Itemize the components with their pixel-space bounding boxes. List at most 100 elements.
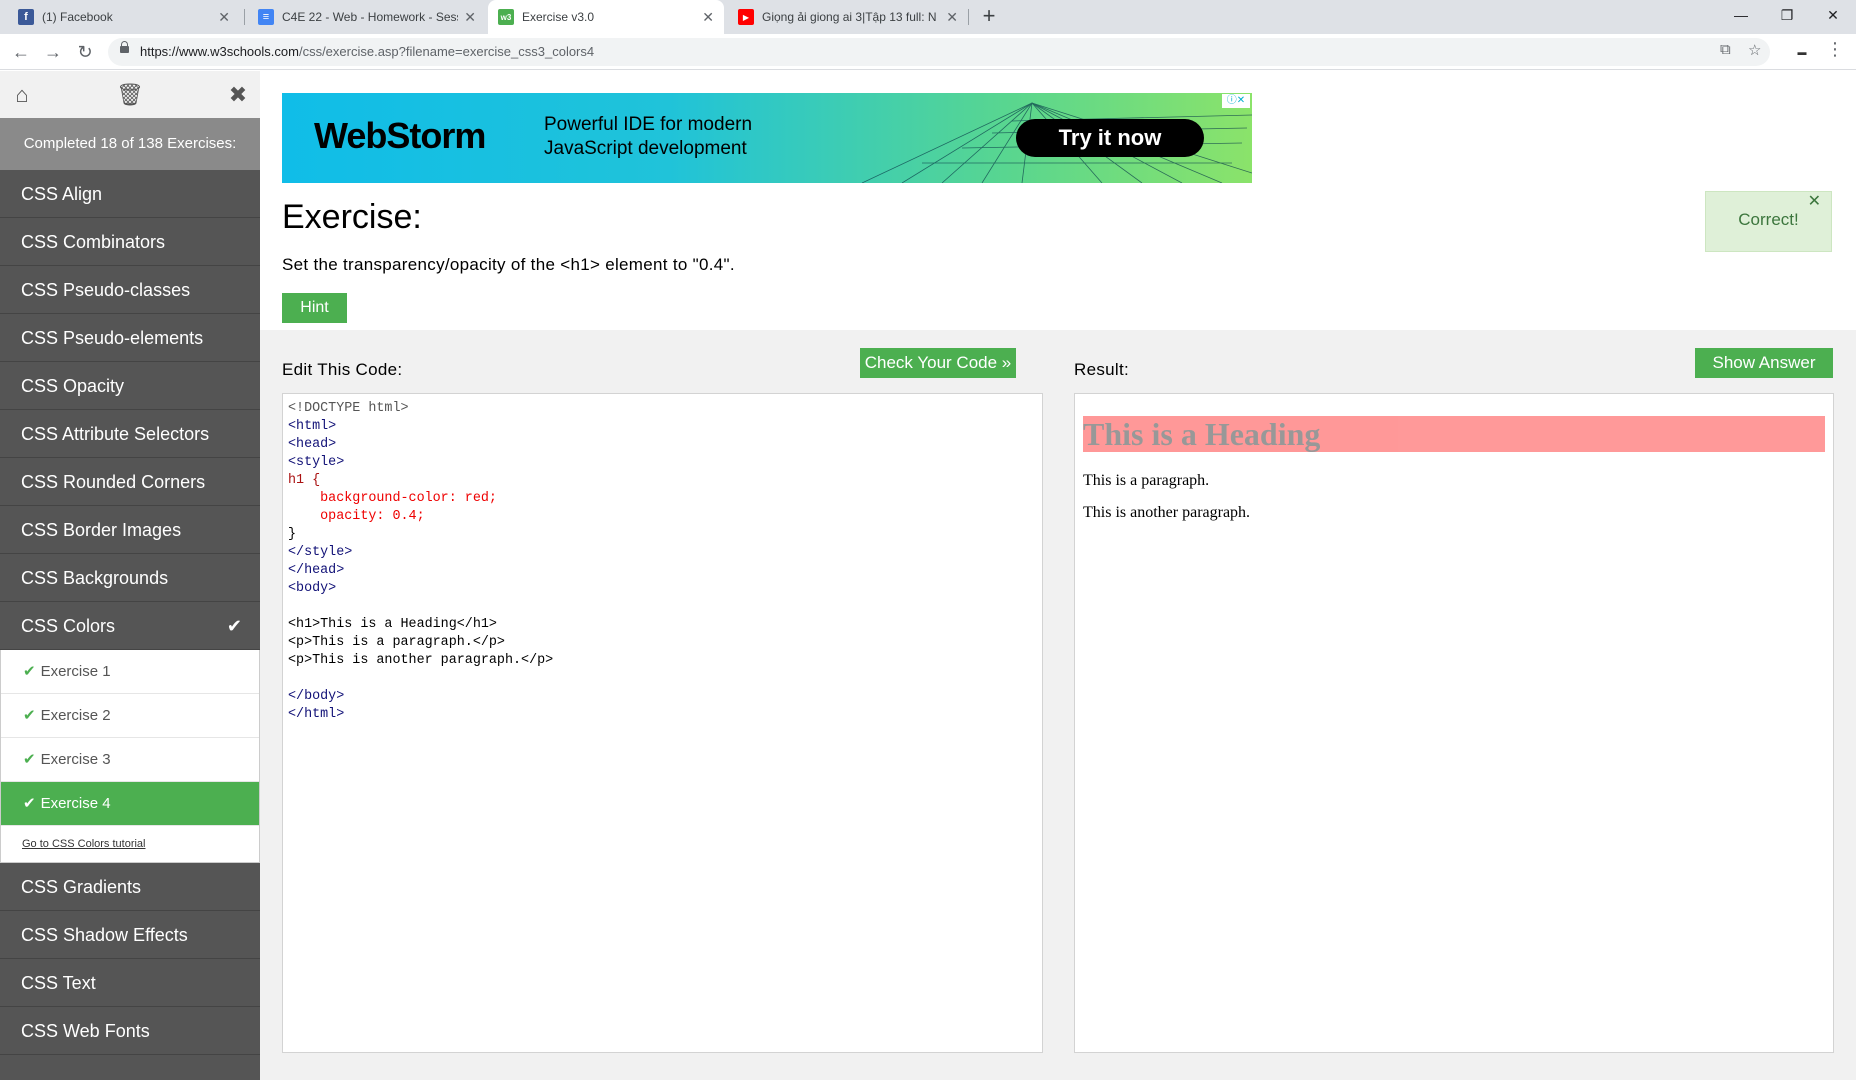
close-icon[interactable]: ✕: [1808, 174, 1821, 230]
exercise-2-link[interactable]: ✔ Exercise 2: [1, 694, 259, 738]
browser-toolbar: ← → ↻ https://www.w3schools.com/css/exer…: [0, 34, 1856, 70]
main-content: WebStorm Powerful IDE for modern JavaScr…: [260, 71, 1856, 1080]
sidebar-item-css-pseudo-classes[interactable]: CSS Pseudo-classes: [0, 266, 260, 314]
code-line: <p>This is a paragraph.</p>: [288, 635, 505, 650]
minimize-icon[interactable]: —: [1718, 0, 1764, 30]
ad-brand: WebStorm: [314, 115, 486, 156]
url-host: https://www.w3schools.com: [140, 44, 299, 59]
sidebar-item-css-combinators[interactable]: CSS Combinators: [0, 218, 260, 266]
facebook-icon: f: [18, 9, 34, 25]
code-line: background-color: red;: [288, 491, 497, 506]
sidebar-item-css-pseudo-elements[interactable]: CSS Pseudo-elements: [0, 314, 260, 362]
ad-cta-button[interactable]: Try it now: [1016, 119, 1204, 157]
exercise-1-link[interactable]: ✔ Exercise 1: [1, 650, 259, 694]
exercise-4-link[interactable]: ✔ Exercise 4: [1, 782, 259, 826]
completed-count: Completed 18 of 138 Exercises:: [0, 118, 260, 170]
sidebar-toolbar: ⌂ 🗑 ✖: [0, 71, 260, 118]
checkmark-icon: ✔: [23, 663, 36, 680]
advertisement-banner[interactable]: WebStorm Powerful IDE for modern JavaScr…: [282, 93, 1252, 183]
forward-icon[interactable]: →: [40, 39, 66, 65]
sidebar-item-css-opacity[interactable]: CSS Opacity: [0, 362, 260, 410]
tab-youtube[interactable]: ▶ Giọng ải giong ai 3|Tập 13 full: N ✕: [728, 0, 968, 34]
sidebar-item-css-attribute-selectors[interactable]: CSS Attribute Selectors: [0, 410, 260, 458]
url-path: /css/exercise.asp?filename=exercise_css3…: [298, 44, 595, 59]
result-heading: This is a Heading: [1083, 416, 1825, 452]
tab-separator: [244, 9, 245, 25]
tab-strip: f (1) Facebook ✕ ≡ C4E 22 - Web - Homewo…: [0, 0, 1856, 34]
url-text[interactable]: https://www.w3schools.com/css/exercise.a…: [140, 44, 594, 59]
tab-exercise[interactable]: w3 Exercise v3.0 ✕: [488, 0, 724, 34]
checkmark-icon: ✔: [23, 707, 36, 724]
sidebar-item-css-gradients[interactable]: CSS Gradients: [0, 863, 260, 911]
result-frame: This is a Heading This is a paragraph. T…: [1074, 393, 1834, 1053]
exercise-sidebar: ⌂ 🗑 ✖ Completed 18 of 138 Exercises: CSS…: [0, 71, 260, 1080]
result-label: Result:: [1074, 360, 1130, 379]
sidebar-item-css-backgrounds[interactable]: CSS Backgrounds: [0, 554, 260, 602]
code-line: <style>: [288, 455, 345, 470]
correct-toast: ✕ Correct!: [1705, 191, 1832, 252]
sidebar-item-css-border-images[interactable]: CSS Border Images: [0, 506, 260, 554]
hint-button[interactable]: Hint: [282, 293, 347, 323]
sub-exercise-list: ✔ Exercise 1 ✔ Exercise 2 ✔ Exercise 3 ✔ Exe…: [0, 650, 260, 863]
ad-tagline: Powerful IDE for modern JavaScript devel…: [544, 114, 753, 159]
reload-icon[interactable]: ↻: [72, 39, 98, 65]
result-paragraph: This is another paragraph.: [1083, 504, 1251, 521]
tab-separator: [968, 9, 969, 25]
sidebar-item-label: CSS Colors: [21, 616, 116, 636]
google-docs-icon: ≡: [258, 9, 274, 25]
new-tab-button[interactable]: +: [976, 4, 1002, 30]
address-bar[interactable]: https://www.w3schools.com/css/exercise.a…: [108, 38, 1770, 66]
youtube-icon: ▶: [738, 9, 754, 25]
extension-icon[interactable]: ▬: [1784, 44, 1820, 60]
code-editor[interactable]: <!DOCTYPE html> <html> <head> <style> h1…: [282, 393, 1043, 1053]
exercise-label: Exercise 2: [40, 707, 111, 724]
code-line: </head>: [288, 563, 345, 578]
show-answer-button[interactable]: Show Answer: [1695, 348, 1833, 378]
check-code-button[interactable]: Check Your Code »: [860, 348, 1016, 378]
checkmark-icon: ✔: [23, 751, 36, 768]
sidebar-item-css-web-fonts[interactable]: CSS Web Fonts: [0, 1007, 260, 1055]
home-icon[interactable]: ⌂: [7, 80, 37, 110]
close-icon[interactable]: ✖: [223, 80, 253, 110]
checkmark-icon: ✔: [226, 616, 242, 636]
adchoices-icon[interactable]: ⓘ✕: [1222, 94, 1250, 108]
lock-icon: [120, 41, 129, 53]
translate-icon[interactable]: ⧉: [1720, 41, 1731, 58]
close-icon[interactable]: ✕: [702, 9, 714, 26]
exercise-3-link[interactable]: ✔ Exercise 3: [1, 738, 259, 782]
tab-facebook[interactable]: f (1) Facebook ✕: [8, 0, 240, 34]
code-line: </html>: [288, 707, 345, 722]
code-line: </body>: [288, 689, 345, 704]
close-icon[interactable]: ✕: [946, 9, 958, 26]
restore-icon[interactable]: ❐: [1764, 0, 1810, 30]
sidebar-item-css-align[interactable]: CSS Align: [0, 170, 260, 218]
checkmark-icon: ✔: [23, 795, 36, 812]
tutorial-link[interactable]: Go to CSS Colors tutorial: [1, 826, 259, 863]
menu-icon[interactable]: ⋮: [1826, 39, 1844, 60]
code-line: <p>This is another paragraph.</p>: [288, 653, 554, 668]
code-line: }: [288, 527, 297, 542]
sidebar-item-css-text[interactable]: CSS Text: [0, 959, 260, 1007]
code-line: opacity: 0.4;: [288, 509, 425, 524]
back-icon[interactable]: ←: [8, 39, 34, 65]
code-line: h1 {: [288, 473, 321, 488]
window-close-icon[interactable]: ✕: [1810, 0, 1856, 30]
editor-label: Edit This Code:: [282, 360, 403, 379]
tab-docs[interactable]: ≡ C4E 22 - Web - Homework - Sess ✕: [248, 0, 486, 34]
exercise-label: Exercise 3: [40, 751, 111, 768]
sidebar-list: CSS Align CSS Combinators CSS Pseudo-cla…: [0, 170, 260, 1055]
close-icon[interactable]: ✕: [218, 9, 230, 26]
trash-icon[interactable]: 🗑: [115, 80, 145, 110]
tab-title: Giọng ải giong ai 3|Tập 13 full: N: [762, 10, 937, 24]
close-icon[interactable]: ✕: [464, 9, 476, 26]
exercise-label: Exercise 1: [40, 663, 111, 680]
toast-message: Correct!: [1738, 210, 1799, 229]
sidebar-item-css-colors[interactable]: CSS Colors ✔: [0, 602, 260, 650]
star-icon[interactable]: ☆: [1748, 41, 1761, 59]
exercise-description: Set the transparency/opacity of the <h1>…: [282, 255, 735, 274]
tab-title: (1) Facebook: [42, 10, 113, 24]
tab-title: Exercise v3.0: [522, 10, 595, 24]
sidebar-item-css-rounded-corners[interactable]: CSS Rounded Corners: [0, 458, 260, 506]
sidebar-item-css-shadow-effects[interactable]: CSS Shadow Effects: [0, 911, 260, 959]
code-line: </style>: [288, 545, 353, 560]
